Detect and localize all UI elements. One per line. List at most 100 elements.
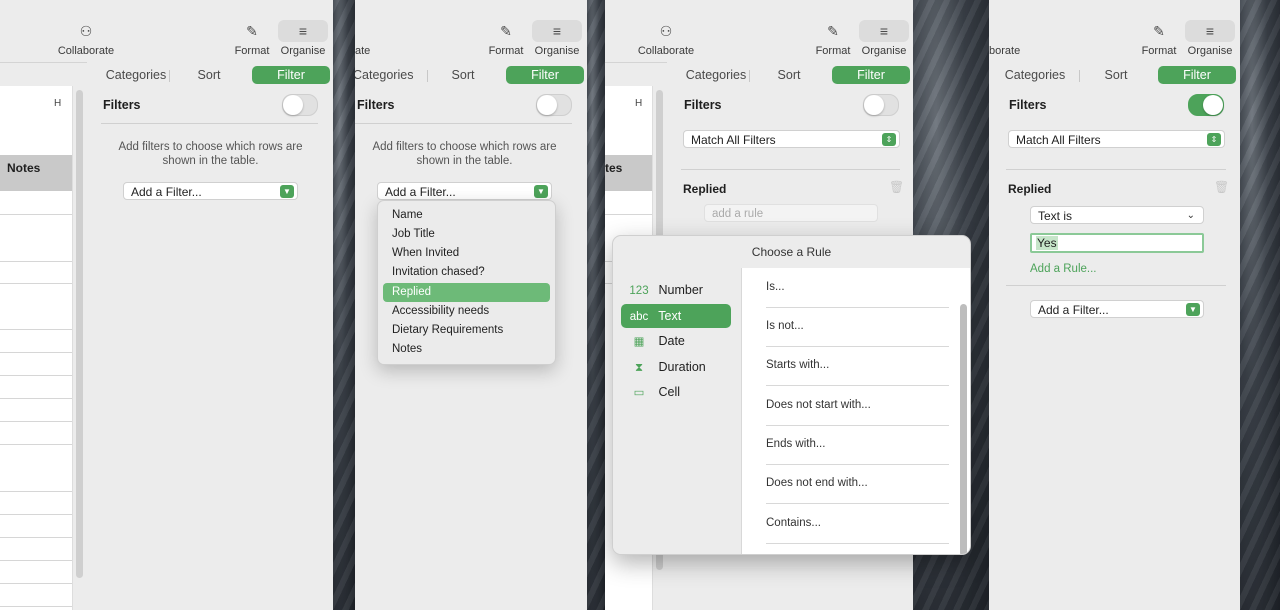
- cell-icon: ▭: [633, 387, 645, 399]
- tab-sort[interactable]: Sort: [753, 66, 825, 84]
- menu-item-replied[interactable]: Replied: [383, 283, 550, 302]
- format-button[interactable]: ✎ Format: [1139, 20, 1179, 57]
- organise-button[interactable]: ≡ Organise: [1185, 20, 1235, 57]
- tab-sort[interactable]: Sort: [173, 66, 245, 84]
- menu-item-job-title[interactable]: Job Title: [383, 225, 550, 244]
- menu-item-name[interactable]: Name: [383, 206, 550, 225]
- format-button[interactable]: ✎ Format: [486, 20, 526, 57]
- add-rule-field[interactable]: add a rule: [704, 204, 878, 222]
- rule-is-not[interactable]: Is not...: [766, 307, 949, 347]
- organise-button[interactable]: ≡ Organise: [859, 20, 909, 57]
- filters-title: Filters: [103, 98, 141, 112]
- organise-tabs: Categories Sort Filter: [355, 62, 587, 86]
- add-filter-popup[interactable]: Add a Filter... ▼: [123, 182, 298, 200]
- organise-button[interactable]: ≡ Organise: [278, 20, 328, 57]
- tab-filter[interactable]: Filter: [252, 66, 330, 84]
- notes-column-header: Notes: [7, 161, 41, 175]
- tab-categories[interactable]: Categories: [995, 66, 1075, 84]
- match-filters-popup[interactable]: Match All Filters ⇕: [683, 130, 900, 148]
- filters-toggle[interactable]: [536, 94, 572, 116]
- add-rule-link[interactable]: Add a Rule...: [1030, 263, 1096, 275]
- toolbar: ⚇ Collaborate ✎ Format ≡ Organise: [605, 0, 913, 63]
- table-header-row: Notes: [0, 155, 72, 191]
- tab-sort[interactable]: Sort: [429, 66, 497, 84]
- rule-value-input[interactable]: Yes: [1030, 233, 1204, 253]
- filter-panel: Filters Match All Filters ⇕ Replied 🗑 Te…: [989, 86, 1240, 610]
- paintbrush-icon: ✎: [1153, 23, 1165, 39]
- tab-categories[interactable]: Categories: [355, 66, 413, 84]
- spreadsheet-area[interactable]: H Notes: [0, 86, 73, 610]
- format-button[interactable]: ✎ Format: [232, 20, 272, 57]
- organise-tabs: Categories Sort Filter: [87, 62, 333, 86]
- filters-title: Filters: [684, 98, 722, 112]
- menu-item-when-invited[interactable]: When Invited: [383, 244, 550, 263]
- filters-toggle[interactable]: [282, 94, 318, 116]
- filter-section-replied: Replied: [683, 182, 727, 196]
- popover-title: Choose a Rule: [751, 245, 832, 259]
- rule-category-list: 123 Number abc Text ▦ Date ⧗ Duration ▭ …: [613, 268, 741, 554]
- choose-rule-popover: Choose a Rule 123 Number abc Text ▦ Date…: [612, 235, 971, 555]
- filters-toggle[interactable]: [863, 94, 899, 116]
- tab-categories[interactable]: Categories: [675, 66, 757, 84]
- rule-ends-with[interactable]: Ends with...: [766, 425, 949, 465]
- toolbar: ⚇ ate ✎ Format ≡ Organise: [355, 0, 587, 63]
- column-header-h: H: [54, 98, 62, 109]
- tab-filter[interactable]: Filter: [832, 66, 910, 84]
- menu-item-notes[interactable]: Notes: [383, 340, 550, 359]
- organise-button[interactable]: ≡ Organise: [532, 20, 582, 57]
- organise-tabs: Categories Sort Filter: [667, 62, 913, 86]
- collaborate-button[interactable]: ⚇ Collaborate: [56, 20, 116, 57]
- menu-item-invitation-chased[interactable]: Invitation chased?: [383, 263, 550, 282]
- menu-item-dietary-requirements[interactable]: Dietary Requirements: [383, 321, 550, 340]
- collaborate-button[interactable]: ⚇ Collaborate: [636, 20, 696, 57]
- menu-item-accessibility-needs[interactable]: Accessibility needs: [383, 302, 550, 321]
- rule-does-not-start-with[interactable]: Does not start with...: [766, 386, 949, 426]
- empty-filters-message: Add filters to choose which rows are sho…: [118, 141, 303, 167]
- category-cell[interactable]: ▭ Cell: [621, 380, 731, 404]
- hourglass-icon: ⧗: [634, 362, 644, 374]
- category-date[interactable]: ▦ Date: [621, 329, 731, 353]
- text-icon: abc: [629, 311, 649, 323]
- rule-type-popup[interactable]: Text is ⌄: [1030, 206, 1204, 224]
- collaborate-button[interactable]: ⚇ borate: [989, 20, 1020, 57]
- desktop-background: [333, 0, 355, 610]
- organise-tabs: Categories Sort Filter: [989, 62, 1240, 86]
- match-filters-popup[interactable]: Match All Filters ⇕: [1008, 130, 1225, 148]
- trash-icon[interactable]: 🗑: [1214, 180, 1229, 194]
- filters-title: Filters: [357, 98, 395, 112]
- format-button[interactable]: ✎ Format: [813, 20, 853, 57]
- empty-filters-message: Add filters to choose which rows are sho…: [372, 141, 557, 167]
- add-filter-popup[interactable]: Add a Filter... ▼: [377, 182, 552, 200]
- rule-is[interactable]: Is...: [766, 268, 949, 308]
- rule-does-not-end-with[interactable]: Does not end with...: [766, 464, 949, 504]
- numbers-window-1: ⚇ Collaborate ✎ Format ≡ Organise H Note…: [0, 0, 333, 610]
- rule-starts-with[interactable]: Starts with...: [766, 346, 949, 386]
- rule-list: Is... Is not... Starts with... Does not …: [741, 268, 970, 554]
- number-icon: 123: [629, 285, 649, 297]
- collaborate-button[interactable]: ⚇ ate: [355, 20, 370, 57]
- numbers-window-2: ⚇ ate ✎ Format ≡ Organise Categories Sor…: [355, 0, 587, 610]
- chevron-down-icon: ▼: [534, 185, 548, 198]
- tab-filter[interactable]: Filter: [506, 66, 584, 84]
- add-filter-popup[interactable]: Add a Filter... ▼: [1030, 300, 1204, 318]
- chevron-down-icon: ▼: [1186, 303, 1200, 316]
- collaborate-icon: ⚇: [659, 23, 673, 39]
- filter-panel: Filters Add filters to choose which rows…: [87, 86, 333, 610]
- paintbrush-icon: ✎: [827, 23, 839, 39]
- rule-contains[interactable]: Contains...: [766, 504, 949, 544]
- tab-sort[interactable]: Sort: [1081, 66, 1151, 84]
- vertical-scrollbar[interactable]: [76, 90, 83, 578]
- category-text[interactable]: abc Text: [621, 304, 731, 328]
- numbers-window-4: ⚇ borate ✎ Format ≡ Organise Categories …: [989, 0, 1240, 610]
- calendar-icon: ▦: [633, 336, 645, 348]
- filters-toggle[interactable]: [1188, 94, 1224, 116]
- category-number[interactable]: 123 Number: [621, 278, 731, 302]
- tab-filter[interactable]: Filter: [1158, 66, 1236, 84]
- toolbar: ⚇ borate ✎ Format ≡ Organise: [989, 0, 1240, 63]
- tab-categories[interactable]: Categories: [95, 66, 177, 84]
- toolbar: ⚇ Collaborate ✎ Format ≡ Organise: [0, 0, 333, 63]
- popover-scrollbar[interactable]: [960, 304, 967, 554]
- paintbrush-icon: ✎: [500, 23, 512, 39]
- category-duration[interactable]: ⧗ Duration: [621, 355, 731, 379]
- trash-icon[interactable]: 🗑: [889, 180, 904, 194]
